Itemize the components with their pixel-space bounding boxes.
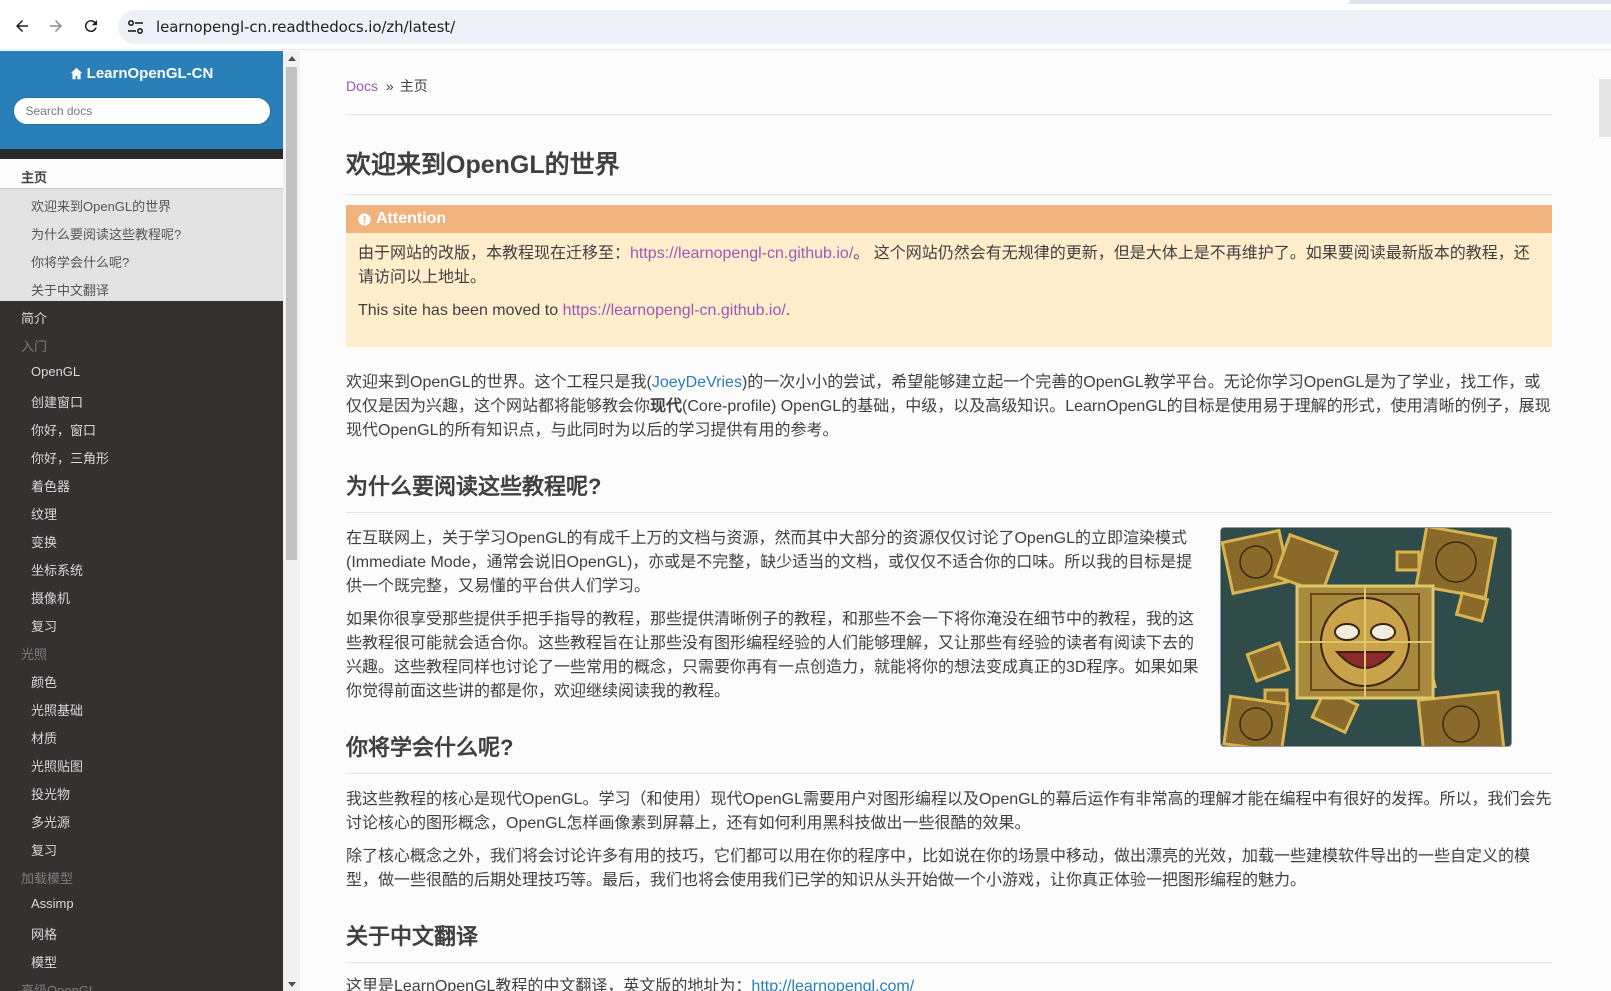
sidebar-nav-list: 简介 入门 OpenGL 创建窗口 你好，窗口 你好，三角形 着色器 纹理 变换 坐标系统 摄像机复… [0, 301, 283, 991]
attention-text: 由于网站的改版，本教程现在迁移至： [358, 245, 631, 262]
learn-rule [346, 773, 1552, 774]
page-title: 欢迎来到OpenGL的世界 [346, 151, 620, 179]
search-input[interactable] [12, 97, 271, 125]
author-link[interactable]: JoeyDeVries [652, 374, 742, 391]
sidebar-item[interactable]: 光照贴图 [0, 749, 283, 777]
new-site-link[interactable]: https://learnopengl-cn.github.io/ [630, 245, 853, 262]
opengl-cubes-image [1220, 527, 1512, 747]
sidebar-item[interactable]: 材质 [0, 721, 283, 749]
sidebar-subitem[interactable]: 你将学会什么呢? [0, 245, 283, 273]
sidebar-item[interactable]: 纹理 [0, 497, 283, 525]
tab-strip [0, 0, 1611, 4]
arrow-right-icon [50, 20, 62, 32]
sidebar-divider [0, 149, 283, 159]
sidebar-caption: 光照 [21, 647, 48, 662]
sidebar-item[interactable]: OpenGL [0, 357, 283, 385]
english-site-link[interactable]: http://learnopengl.com/ [751, 978, 914, 991]
breadcrumb-rule [346, 114, 1552, 115]
attention-text: This site has been moved to [358, 302, 563, 319]
url-text[interactable]: learnopengl-cn.readthedocs.io/zh/latest/ [156, 18, 455, 36]
learn-paragraph-1: 我这些教程的核心是现代OpenGL。学习（和使用）现代OpenGL需要用户对图形… [346, 791, 1552, 832]
page-scrollbar[interactable] [1594, 51, 1611, 991]
breadcrumb-separator: » [385, 78, 394, 94]
sidebar-item[interactable]: 摄像机 [0, 581, 283, 609]
intro-bold: 现代 [650, 398, 683, 415]
document: Docs » 主页 欢迎来到OpenGL的世界 Attention 由于网站的改版，… [346, 51, 1552, 991]
why-section: 在互联网上，关于学习OpenGL的有成千上万的文档与资源，然而其中大部分的资源仅… [346, 527, 1552, 747]
sidebar-item[interactable]: 网格 [0, 917, 283, 945]
forward-button[interactable] [44, 14, 68, 38]
reload-icon [84, 20, 97, 33]
why-text: 在互联网上，关于学习OpenGL的有成千上万的文档与资源，然而其中大部分的资源仅… [346, 527, 1201, 704]
translation-paragraph: 这里是LearnOpenGL教程的中文翻译，英文版的地址为：http://lea… [346, 975, 1552, 991]
textured-cubes-illustration [1221, 528, 1511, 746]
translation-text: 这里是LearnOpenGL教程的中文翻译，英文版的地址为： [346, 978, 752, 991]
home-icon [70, 67, 82, 80]
intro-text: 欢迎来到OpenGL的世界。这个工程只是我( [346, 374, 652, 391]
breadcrumb-docs-link[interactable]: Docs [346, 78, 378, 94]
browser-toolbar: learnopengl-cn.readthedocs.io/zh/latest/ [0, 0, 1611, 50]
sidebar-item[interactable]: 你好，三角形 [0, 441, 283, 469]
sidebar-item[interactable]: 模型 [0, 945, 283, 973]
sidebar-caption: 高级OpenGL [21, 983, 97, 991]
translation-heading: 关于中文翻译 [346, 924, 479, 949]
back-button[interactable] [10, 14, 34, 38]
sidebar-item[interactable]: 多光源 [0, 805, 283, 833]
why-heading: 为什么要阅读这些教程呢? [346, 474, 602, 499]
why-rule [346, 512, 1552, 513]
sidebar-scroll-thumb[interactable] [286, 67, 297, 560]
arrow-left-icon [16, 20, 28, 32]
sidebar-item[interactable]: 光照基础 [0, 693, 283, 721]
sidebar-caption: 入门 [21, 339, 48, 354]
sidebar-subitem[interactable]: 欢迎来到OpenGL的世界 [0, 189, 283, 217]
moved-site-link[interactable]: https://learnopengl-cn.github.io/ [563, 302, 786, 319]
breadcrumb-current: 主页 [399, 78, 428, 94]
attention-line-2: This site has been moved to https://lear… [346, 299, 1552, 323]
project-home-link[interactable]: LearnOpenGL-CN [70, 65, 214, 82]
breadcrumb: Docs » 主页 [346, 76, 1552, 98]
attention-title: Attention [346, 205, 1552, 233]
learn-paragraph-2: 除了核心概念之外，我们将会讨论许多有用的技巧，它们都可以用在你的程序中，比如说在… [346, 848, 1531, 889]
sidebar-item[interactable]: 投光物 [0, 777, 283, 805]
sidebar-header: LearnOpenGL-CN [0, 51, 283, 149]
reload-button[interactable] [79, 14, 103, 38]
attention-text: . [785, 302, 791, 319]
sidebar-scrollbar[interactable] [283, 51, 300, 991]
sidebar-item[interactable]: 复习 [0, 833, 283, 861]
sidebar-subnav: 欢迎来到OpenGL的世界 为什么要阅读这些教程呢? 你将学会什么呢? 关于中文翻译 [0, 188, 283, 301]
sidebar-item[interactable]: 坐标系统 [0, 553, 283, 581]
why-paragraph-2: 如果你很享受那些提供手把手指导的教程，那些提供清晰例子的教程，和那些不会一下将你… [346, 611, 1199, 700]
attention-title-text: Attention [376, 210, 447, 227]
sidebar-item[interactable]: 着色器 [0, 469, 283, 497]
tune-icon[interactable] [126, 18, 146, 36]
sidebar-item[interactable]: 简介 [0, 301, 283, 329]
sidebar-item[interactable]: 创建窗口 [0, 385, 283, 413]
sidebar-subitem[interactable]: 关于中文翻译 [0, 273, 283, 301]
sidebar-item[interactable]: 复习 [0, 609, 283, 637]
address-bar[interactable]: learnopengl-cn.readthedocs.io/zh/latest/ [118, 10, 1611, 44]
sidebar-item[interactable]: 颜色 [0, 665, 283, 693]
sidebar-item[interactable]: Assimp [0, 889, 283, 917]
scroll-up-icon[interactable] [288, 56, 296, 61]
scroll-down-icon[interactable] [288, 982, 296, 987]
sidebar-item[interactable]: 变换 [0, 525, 283, 553]
project-name: LearnOpenGL-CN [86, 65, 214, 82]
sidebar-caption: 加载模型 [21, 871, 74, 886]
attention-line-1: 由于网站的改版，本教程现在迁移至：https://learnopengl-cn.… [346, 242, 1552, 290]
intro-paragraph: 欢迎来到OpenGL的世界。这个工程只是我(JoeyDeVries)的一次小小的… [346, 371, 1552, 443]
exclamation-circle-icon [358, 212, 371, 226]
sidebar-subitem[interactable]: 为什么要阅读这些教程呢? [0, 217, 283, 245]
title-rule [346, 194, 1552, 195]
main-content: Docs » 主页 欢迎来到OpenGL的世界 Attention 由于网站的改版，… [300, 51, 1611, 991]
sidebar: LearnOpenGL-CN 主页 欢迎来到OpenGL的世界为什么要阅读这些教… [0, 51, 283, 991]
page-scroll-thumb[interactable] [1599, 79, 1611, 137]
why-paragraph-1: 在互联网上，关于学习OpenGL的有成千上万的文档与资源，然而其中大部分的资源仅… [346, 530, 1193, 595]
sidebar-item-home[interactable]: 主页 [0, 159, 283, 188]
sidebar-item[interactable]: 你好，窗口 [0, 413, 283, 441]
attention-box: Attention 由于网站的改版，本教程现在迁移至：https://learn… [346, 205, 1552, 347]
translation-rule [346, 962, 1552, 963]
